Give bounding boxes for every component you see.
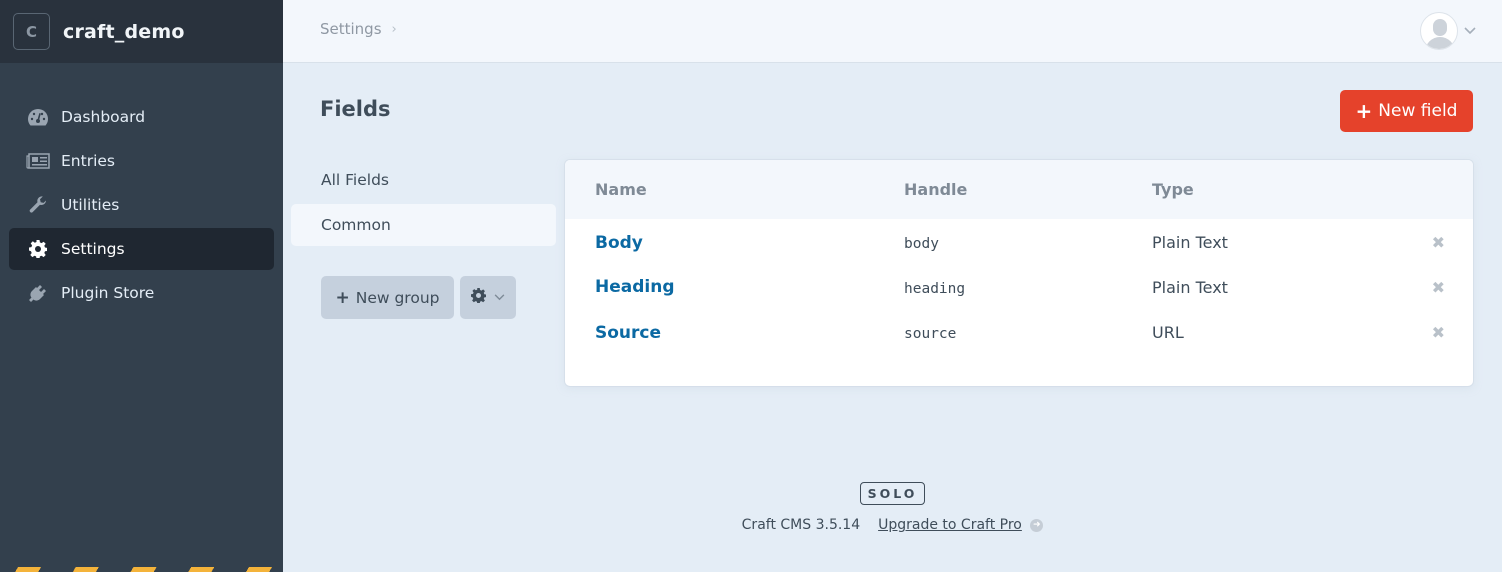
field-handle: heading	[904, 280, 966, 297]
column-header-name: Name	[595, 180, 647, 199]
nav-label: Utilities	[61, 196, 120, 214]
field-type: Plain Text	[1152, 233, 1228, 253]
account-menu[interactable]	[1420, 12, 1476, 50]
sidebar: C craft_demo Dashboard Entries Utilities	[0, 0, 283, 572]
table-row: Body body Plain Text ✖	[565, 219, 1473, 265]
field-name-link[interactable]: Source	[595, 323, 661, 343]
footer: SOLO Craft CMS 3.5.14 Upgrade to Craft P…	[283, 482, 1502, 533]
new-group-label: New group	[355, 288, 440, 307]
upgrade-link[interactable]: Upgrade to Craft Pro	[878, 517, 1022, 533]
plus-icon: +	[1355, 99, 1373, 123]
plug-icon	[26, 283, 50, 303]
nav-label: Plugin Store	[61, 284, 155, 302]
table-row: Source source URL ✖	[565, 310, 1473, 356]
delete-icon[interactable]: ✖	[1432, 278, 1445, 297]
field-name-link[interactable]: Heading	[595, 277, 675, 297]
main-nav: Dashboard Entries Utilities Settings Plu…	[9, 96, 274, 316]
dashboard-icon	[26, 107, 50, 127]
upgrade-link-wrapper[interactable]: Upgrade to Craft Pro ➜	[878, 517, 1044, 533]
field-handle: body	[904, 236, 939, 253]
arrow-circle-right-icon: ➜	[1030, 518, 1044, 532]
site-logo: C	[13, 13, 50, 50]
newspaper-icon	[26, 151, 50, 171]
group-common[interactable]: Common	[291, 204, 556, 246]
fields-table-card: Name Handle Type Body body Plain Text ✖ …	[565, 160, 1473, 386]
breadcrumb: Settings ›	[320, 20, 397, 38]
version-text: Craft CMS 3.5.14	[741, 517, 861, 533]
new-group-button[interactable]: + New group	[321, 276, 454, 319]
dev-mode-stripes	[0, 567, 283, 572]
gear-icon	[26, 239, 50, 259]
fields-table: Name Handle Type Body body Plain Text ✖ …	[565, 160, 1473, 356]
nav-label: Settings	[61, 240, 125, 258]
new-field-button[interactable]: + New field	[1340, 90, 1473, 132]
chevron-right-icon: ›	[391, 21, 397, 37]
nav-label: Entries	[61, 152, 115, 170]
page-title: Fields	[320, 97, 391, 121]
group-all-fields[interactable]: All Fields	[291, 159, 556, 201]
field-type: URL	[1152, 323, 1184, 343]
delete-icon[interactable]: ✖	[1432, 323, 1445, 342]
nav-item-entries[interactable]: Entries	[9, 140, 274, 182]
nav-item-settings[interactable]: Settings	[9, 228, 274, 270]
nav-item-plugin-store[interactable]: Plugin Store	[9, 272, 274, 314]
group-settings-button[interactable]	[460, 276, 516, 319]
chevron-down-icon	[494, 291, 505, 304]
chevron-down-icon	[1464, 25, 1476, 38]
nav-label: Dashboard	[61, 108, 146, 126]
column-header-type: Type	[1152, 180, 1194, 199]
nav-item-utilities[interactable]: Utilities	[9, 184, 274, 226]
nav-item-dashboard[interactable]: Dashboard	[9, 96, 274, 138]
field-groups: All Fields Common	[291, 159, 556, 249]
wrench-icon	[26, 195, 50, 215]
field-name-link[interactable]: Body	[595, 233, 643, 253]
top-bar: Settings ›	[283, 0, 1502, 63]
breadcrumb-settings[interactable]: Settings	[320, 20, 382, 38]
column-header-handle: Handle	[904, 180, 968, 199]
site-header[interactable]: C craft_demo	[0, 0, 283, 63]
edition-badge: SOLO	[859, 482, 926, 505]
avatar	[1420, 12, 1458, 50]
gear-icon	[471, 288, 487, 307]
field-type: Plain Text	[1152, 277, 1228, 297]
field-handle: source	[904, 326, 957, 343]
site-name: craft_demo	[63, 20, 185, 43]
footer-info: Craft CMS 3.5.14 Upgrade to Craft Pro ➜	[283, 517, 1502, 533]
group-actions: + New group	[321, 276, 516, 319]
delete-icon[interactable]: ✖	[1432, 233, 1445, 252]
table-header-row: Name Handle Type	[565, 160, 1473, 219]
table-row: Heading heading Plain Text ✖	[565, 265, 1473, 311]
avatar-head	[1433, 19, 1447, 36]
plus-icon: +	[335, 287, 350, 308]
avatar-shoulders	[1425, 37, 1455, 49]
new-field-label: New field	[1378, 101, 1458, 121]
